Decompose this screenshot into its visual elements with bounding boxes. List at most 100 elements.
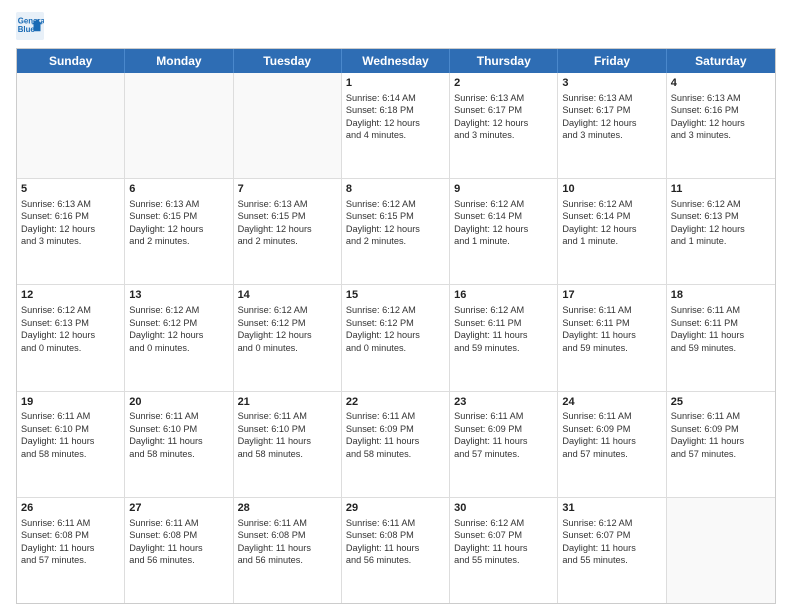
day-info-line: and 57 minutes. <box>454 448 553 460</box>
day-info-line: Sunrise: 6:12 AM <box>562 198 661 210</box>
day-info-line: Sunset: 6:10 PM <box>238 423 337 435</box>
day-number: 18 <box>671 288 771 303</box>
day-info-line: and 2 minutes. <box>129 235 228 247</box>
day-info-line: Daylight: 11 hours <box>238 542 337 554</box>
day-info-line: and 55 minutes. <box>454 554 553 566</box>
day-number: 8 <box>346 182 445 197</box>
day-info-line: Sunset: 6:16 PM <box>21 210 120 222</box>
day-info-line: and 3 minutes. <box>454 129 553 141</box>
day-cell-7: 7Sunrise: 6:13 AMSunset: 6:15 PMDaylight… <box>234 179 342 284</box>
day-info-line: Daylight: 12 hours <box>671 223 771 235</box>
day-info-line: Daylight: 11 hours <box>129 435 228 447</box>
day-info-line: Sunset: 6:13 PM <box>671 210 771 222</box>
calendar-body: 1Sunrise: 6:14 AMSunset: 6:18 PMDaylight… <box>17 73 775 603</box>
day-number: 5 <box>21 182 120 197</box>
day-cell-25: 25Sunrise: 6:11 AMSunset: 6:09 PMDayligh… <box>667 392 775 497</box>
day-info-line: Sunrise: 6:11 AM <box>129 517 228 529</box>
day-info-line: Sunrise: 6:11 AM <box>671 410 771 422</box>
day-info-line: and 0 minutes. <box>238 342 337 354</box>
day-number: 13 <box>129 288 228 303</box>
day-info-line: and 0 minutes. <box>346 342 445 354</box>
day-info-line: Sunrise: 6:13 AM <box>129 198 228 210</box>
day-cell-empty-0-0 <box>17 73 125 178</box>
day-cell-10: 10Sunrise: 6:12 AMSunset: 6:14 PMDayligh… <box>558 179 666 284</box>
day-number: 24 <box>562 395 661 410</box>
day-number: 3 <box>562 76 661 91</box>
day-info-line: Daylight: 12 hours <box>346 117 445 129</box>
day-info-line: Sunrise: 6:13 AM <box>21 198 120 210</box>
day-info-line: Sunset: 6:15 PM <box>129 210 228 222</box>
day-info-line: Sunrise: 6:11 AM <box>238 517 337 529</box>
day-cell-21: 21Sunrise: 6:11 AMSunset: 6:10 PMDayligh… <box>234 392 342 497</box>
day-cell-19: 19Sunrise: 6:11 AMSunset: 6:10 PMDayligh… <box>17 392 125 497</box>
day-info-line: and 1 minute. <box>454 235 553 247</box>
day-number: 14 <box>238 288 337 303</box>
day-info-line: Sunrise: 6:12 AM <box>21 304 120 316</box>
day-info-line: and 57 minutes. <box>562 448 661 460</box>
day-number: 21 <box>238 395 337 410</box>
day-info-line: Sunset: 6:12 PM <box>238 317 337 329</box>
day-info-line: and 59 minutes. <box>562 342 661 354</box>
day-cell-5: 5Sunrise: 6:13 AMSunset: 6:16 PMDaylight… <box>17 179 125 284</box>
day-info-line: Sunset: 6:08 PM <box>238 529 337 541</box>
day-cell-26: 26Sunrise: 6:11 AMSunset: 6:08 PMDayligh… <box>17 498 125 603</box>
day-info-line: Daylight: 11 hours <box>562 435 661 447</box>
day-info-line: Sunset: 6:09 PM <box>671 423 771 435</box>
day-number: 6 <box>129 182 228 197</box>
day-number: 10 <box>562 182 661 197</box>
day-info-line: Sunset: 6:09 PM <box>562 423 661 435</box>
day-info-line: and 1 minute. <box>671 235 771 247</box>
day-info-line: Sunset: 6:14 PM <box>454 210 553 222</box>
day-info-line: Sunrise: 6:12 AM <box>671 198 771 210</box>
day-cell-6: 6Sunrise: 6:13 AMSunset: 6:15 PMDaylight… <box>125 179 233 284</box>
day-number: 11 <box>671 182 771 197</box>
day-number: 22 <box>346 395 445 410</box>
day-info-line: Sunrise: 6:11 AM <box>454 410 553 422</box>
day-header-monday: Monday <box>125 49 233 73</box>
day-info-line: Daylight: 11 hours <box>346 542 445 554</box>
day-info-line: Sunset: 6:16 PM <box>671 104 771 116</box>
header: General Blue <box>16 12 776 40</box>
day-info-line: Sunset: 6:09 PM <box>346 423 445 435</box>
day-info-line: Sunset: 6:07 PM <box>454 529 553 541</box>
day-info-line: Sunrise: 6:11 AM <box>671 304 771 316</box>
day-number: 17 <box>562 288 661 303</box>
day-info-line: Daylight: 11 hours <box>562 329 661 341</box>
day-info-line: Sunset: 6:11 PM <box>454 317 553 329</box>
day-info-line: Sunrise: 6:12 AM <box>454 304 553 316</box>
day-info-line: Daylight: 11 hours <box>454 542 553 554</box>
day-info-line: Sunrise: 6:12 AM <box>129 304 228 316</box>
day-cell-9: 9Sunrise: 6:12 AMSunset: 6:14 PMDaylight… <box>450 179 558 284</box>
day-info-line: Daylight: 11 hours <box>129 542 228 554</box>
day-info-line: Sunset: 6:15 PM <box>238 210 337 222</box>
day-info-line: and 58 minutes. <box>129 448 228 460</box>
week-row-5: 26Sunrise: 6:11 AMSunset: 6:08 PMDayligh… <box>17 498 775 603</box>
day-info-line: and 0 minutes. <box>21 342 120 354</box>
day-info-line: and 58 minutes. <box>238 448 337 460</box>
day-info-line: Sunrise: 6:11 AM <box>562 410 661 422</box>
day-cell-8: 8Sunrise: 6:12 AMSunset: 6:15 PMDaylight… <box>342 179 450 284</box>
day-info-line: Sunrise: 6:12 AM <box>454 198 553 210</box>
day-info-line: and 56 minutes. <box>238 554 337 566</box>
day-header-wednesday: Wednesday <box>342 49 450 73</box>
day-cell-28: 28Sunrise: 6:11 AMSunset: 6:08 PMDayligh… <box>234 498 342 603</box>
day-info-line: Sunrise: 6:11 AM <box>562 304 661 316</box>
day-cell-24: 24Sunrise: 6:11 AMSunset: 6:09 PMDayligh… <box>558 392 666 497</box>
day-info-line: Sunset: 6:11 PM <box>562 317 661 329</box>
day-info-line: Sunset: 6:10 PM <box>129 423 228 435</box>
day-info-line: and 57 minutes. <box>671 448 771 460</box>
day-number: 16 <box>454 288 553 303</box>
day-info-line: Sunrise: 6:12 AM <box>238 304 337 316</box>
day-info-line: Sunrise: 6:12 AM <box>346 304 445 316</box>
day-number: 25 <box>671 395 771 410</box>
day-number: 9 <box>454 182 553 197</box>
day-info-line: and 1 minute. <box>562 235 661 247</box>
day-info-line: and 3 minutes. <box>21 235 120 247</box>
week-row-3: 12Sunrise: 6:12 AMSunset: 6:13 PMDayligh… <box>17 285 775 391</box>
day-info-line: Sunrise: 6:11 AM <box>21 410 120 422</box>
day-info-line: Daylight: 12 hours <box>454 223 553 235</box>
day-info-line: Sunset: 6:17 PM <box>562 104 661 116</box>
day-cell-4: 4Sunrise: 6:13 AMSunset: 6:16 PMDaylight… <box>667 73 775 178</box>
day-cell-14: 14Sunrise: 6:12 AMSunset: 6:12 PMDayligh… <box>234 285 342 390</box>
week-row-1: 1Sunrise: 6:14 AMSunset: 6:18 PMDaylight… <box>17 73 775 179</box>
